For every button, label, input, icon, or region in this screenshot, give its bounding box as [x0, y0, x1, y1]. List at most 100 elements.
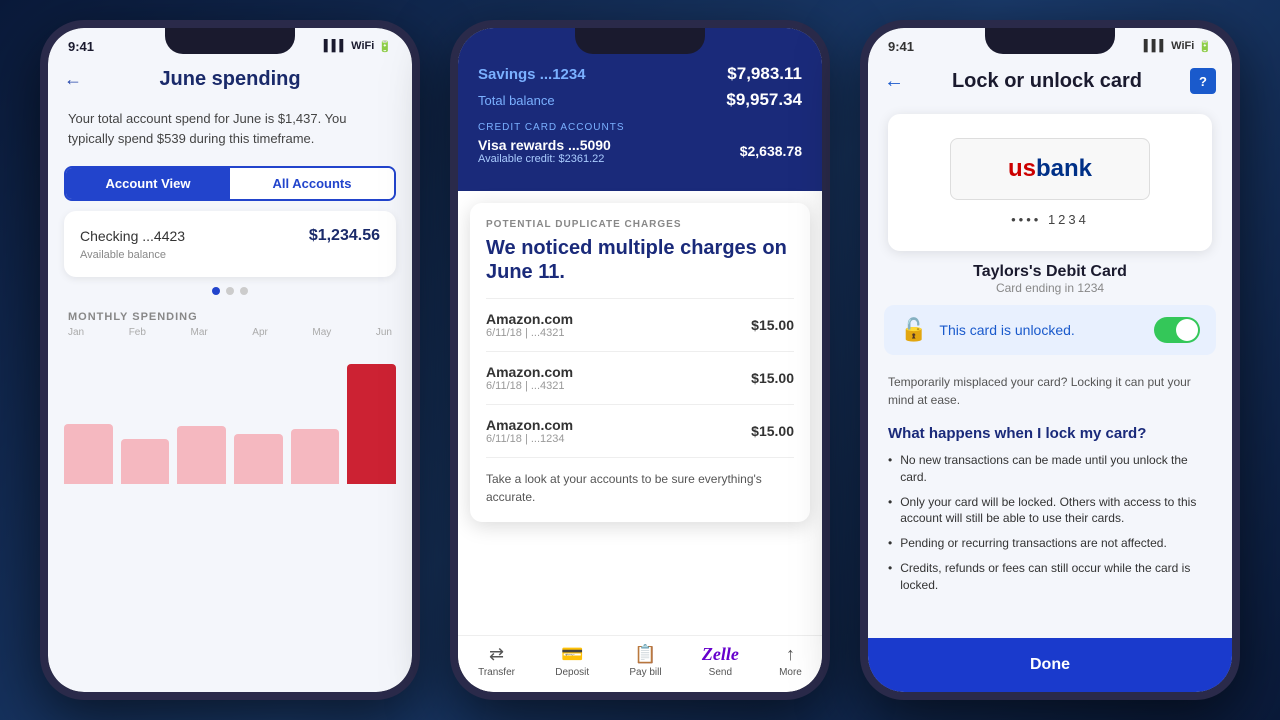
usbank-logo-us: us: [1008, 155, 1036, 182]
nav-more[interactable]: ↑ More: [779, 644, 802, 678]
total-balance-label: Total balance: [478, 93, 555, 108]
notch-1: [165, 28, 295, 54]
battery-icon-3: 🔋: [1198, 40, 1212, 53]
visa-card-name: Visa rewards ...5090: [478, 137, 611, 153]
bar-may: [291, 344, 340, 484]
pay-bill-icon: 📋: [634, 644, 656, 665]
more-icon: ↑: [786, 644, 795, 665]
usbank-logo-bank: bank: [1036, 155, 1092, 182]
bar-chart: [64, 344, 396, 484]
monthly-chart: Jan Feb Mar Apr May Jun: [48, 327, 412, 484]
account-card: Checking ...4423 $1,234.56 Available bal…: [64, 211, 396, 277]
bullet-2: Only your card will be locked. Others wi…: [888, 494, 1212, 528]
nav-transfer[interactable]: ⇄ Transfer: [478, 644, 515, 678]
duplicate-item-3: Amazon.com 6/11/18 | ...1234 $15.00: [486, 404, 794, 457]
transfer-icon: ⇄: [489, 644, 504, 665]
savings-account-name: Savings ...1234: [478, 66, 586, 83]
pay-bill-label: Pay bill: [629, 667, 661, 678]
duplicate-label: POTENTIAL DUPLICATE CHARGES: [486, 219, 794, 230]
savings-amount: $7,983.11: [727, 64, 802, 84]
send-label: Send: [709, 667, 732, 678]
duplicate-item-1: Amazon.com 6/11/18 | ...4321 $15.00: [486, 298, 794, 351]
monthly-spending-label: MONTHLY SPENDING: [48, 303, 412, 327]
nav-deposit[interactable]: 💳 Deposit: [555, 644, 589, 678]
bullet-list: No new transactions can be made until yo…: [868, 446, 1232, 608]
lock-status-text: This card is unlocked.: [939, 322, 1142, 338]
view-toggle: Account View All Accounts: [64, 166, 396, 201]
signal-icon-3: ▌▌▌: [1144, 40, 1167, 52]
zelle-icon: Zelle: [702, 644, 739, 665]
lock-toggle[interactable]: [1154, 317, 1200, 343]
more-label: More: [779, 667, 802, 678]
credit-section-label: CREDIT CARD ACCOUNTS: [478, 122, 802, 133]
all-accounts-button[interactable]: All Accounts: [230, 168, 394, 199]
account-name: Checking ...4423: [80, 228, 185, 244]
phone-1: 9:41 ▌▌▌ WiFi 🔋 ← June spending Your tot…: [40, 20, 420, 700]
time-1: 9:41: [68, 39, 94, 54]
duplicate-footer: Take a look at your accounts to be sure …: [486, 457, 794, 506]
account-sublabel: Available balance: [80, 249, 380, 261]
done-button[interactable]: Done: [868, 638, 1232, 692]
bar-feb: [121, 344, 170, 484]
time-3: 9:41: [888, 39, 914, 54]
notch-2: [575, 28, 705, 54]
duplicate-title: We noticed multiple charges on June 11.: [486, 236, 794, 284]
card-visual: usbank •••• 1234: [888, 114, 1212, 251]
bottom-nav: ⇄ Transfer 💳 Deposit 📋 Pay bill Zelle Se…: [458, 635, 822, 692]
phone-2: Savings ...1234 $7,983.11 Total balance …: [450, 20, 830, 700]
merchant-3: Amazon.com: [486, 417, 573, 433]
nav-send[interactable]: Zelle Send: [702, 644, 739, 678]
bar-mar: [177, 344, 226, 484]
back-button-3[interactable]: ←: [884, 70, 904, 93]
back-button-1[interactable]: ←: [64, 69, 82, 90]
transfer-label: Transfer: [478, 667, 515, 678]
bar-apr: [234, 344, 283, 484]
lock-status-row: 🔓 This card is unlocked.: [884, 305, 1216, 355]
card-ending-text: Card ending in 1234: [888, 281, 1212, 295]
what-happens-heading: What happens when I lock my card?: [868, 417, 1232, 446]
dot-2[interactable]: [226, 287, 234, 295]
nav-pay-bill[interactable]: 📋 Pay bill: [629, 644, 661, 678]
month-jun: Jun: [376, 327, 392, 338]
card-number-dots: •••• 1234: [1011, 212, 1089, 227]
deposit-icon: 💳: [561, 644, 583, 665]
wifi-icon-3: WiFi: [1171, 40, 1194, 52]
page-title-1: June spending: [159, 68, 300, 91]
merchant-1: Amazon.com: [486, 311, 573, 327]
card-holder-name: Taylors's Debit Card: [888, 263, 1212, 281]
help-button[interactable]: ?: [1190, 68, 1216, 94]
battery-icon: 🔋: [378, 40, 392, 53]
duplicate-charges-card: POTENTIAL DUPLICATE CHARGES We noticed m…: [470, 203, 810, 522]
meta-3: 6/11/18 | ...1234: [486, 433, 573, 445]
dot-1[interactable]: [212, 287, 220, 295]
wifi-icon: WiFi: [351, 40, 374, 52]
deposit-label: Deposit: [555, 667, 589, 678]
phone-3: 9:41 ▌▌▌ WiFi 🔋 ← Lock or unlock card ? …: [860, 20, 1240, 700]
notch-3: [985, 28, 1115, 54]
lock-open-icon: 🔓: [900, 317, 927, 343]
account-view-button[interactable]: Account View: [66, 168, 230, 199]
amount-2: $15.00: [751, 370, 794, 386]
lock-description: Temporarily misplaced your card? Locking…: [868, 365, 1232, 417]
signal-icon: ▌▌▌: [324, 40, 347, 52]
meta-1: 6/11/18 | ...4321: [486, 327, 573, 339]
duplicate-item-2: Amazon.com 6/11/18 | ...4321 $15.00: [486, 351, 794, 404]
header-1: ← June spending: [48, 60, 412, 99]
ph3-header: ← Lock or unlock card ?: [868, 60, 1232, 102]
merchant-2: Amazon.com: [486, 364, 573, 380]
bullet-3: Pending or recurring transactions are no…: [888, 535, 1212, 552]
dot-3[interactable]: [240, 287, 248, 295]
amount-1: $15.00: [751, 317, 794, 333]
month-may: May: [312, 327, 331, 338]
pagination-dots: [48, 287, 412, 295]
month-mar: Mar: [190, 327, 207, 338]
june-description: Your total account spend for June is $1,…: [48, 99, 412, 158]
visa-amount: $2,638.78: [740, 143, 802, 159]
lock-card-title: Lock or unlock card: [914, 70, 1180, 93]
month-apr: Apr: [252, 327, 268, 338]
bullet-4: Credits, refunds or fees can still occur…: [888, 560, 1212, 594]
amount-3: $15.00: [751, 423, 794, 439]
month-feb: Feb: [129, 327, 146, 338]
account-balance: $1,234.56: [309, 227, 380, 245]
bar-jan: [64, 344, 113, 484]
